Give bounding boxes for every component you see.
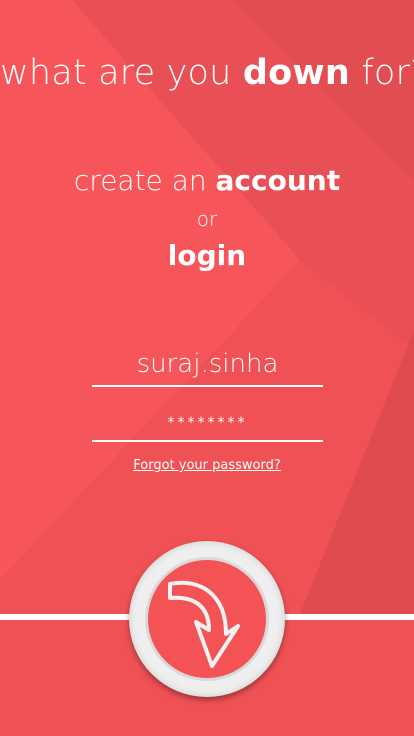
- or-separator: or: [196, 207, 218, 231]
- forgot-password-link[interactable]: Forgot your password?: [0, 458, 414, 473]
- create-emphasis: account: [215, 164, 341, 197]
- title-emphasis: down: [242, 53, 351, 93]
- password-field[interactable]: [92, 405, 323, 442]
- submit-button[interactable]: [129, 541, 285, 697]
- submit-button-inner: [145, 557, 269, 681]
- create-prefix: create an: [73, 164, 216, 197]
- login-screen: what are you down for? create an account…: [0, 0, 414, 736]
- page-title: what are you down for?: [0, 53, 414, 93]
- login-link[interactable]: login: [0, 239, 414, 272]
- username-field[interactable]: [92, 343, 323, 387]
- title-prefix: what are you: [0, 53, 243, 93]
- curved-arrow-down-icon: [168, 580, 240, 668]
- create-account-link[interactable]: create an account: [0, 164, 414, 197]
- title-suffix: for?: [361, 53, 414, 93]
